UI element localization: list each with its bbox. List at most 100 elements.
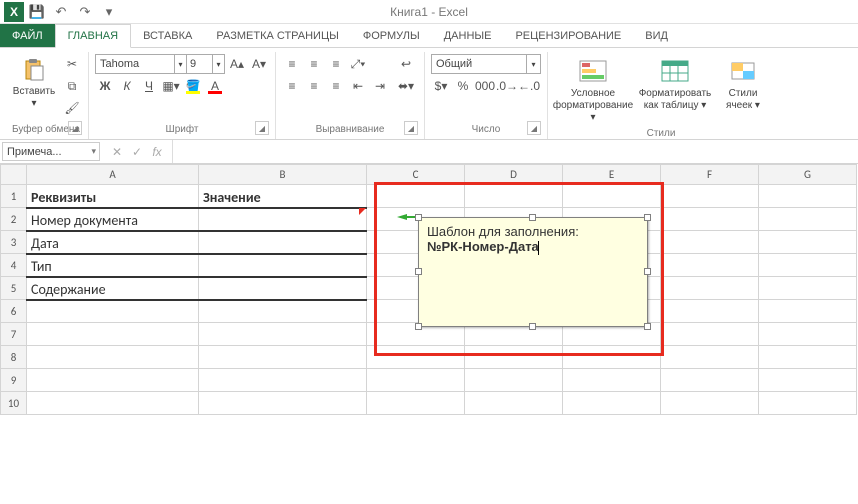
cell[interactable] — [563, 392, 661, 415]
wrap-text-icon[interactable]: ↩ — [394, 54, 418, 74]
qat-customize-icon[interactable]: ▾ — [98, 2, 120, 22]
cell[interactable] — [199, 208, 367, 231]
cell[interactable] — [759, 369, 857, 392]
cell[interactable] — [661, 254, 759, 277]
underline-button[interactable]: Ч — [139, 76, 159, 96]
resize-handle[interactable] — [415, 268, 422, 275]
format-as-table-button[interactable]: Форматировать как таблицу ▾ — [636, 54, 714, 114]
resize-handle[interactable] — [644, 268, 651, 275]
cell[interactable]: Номер документа — [27, 208, 199, 231]
font-size-value[interactable]: 9 — [186, 55, 212, 73]
cell[interactable] — [759, 277, 857, 300]
cell[interactable] — [367, 392, 465, 415]
cell[interactable] — [27, 300, 199, 323]
formula-input[interactable] — [173, 140, 858, 163]
cell[interactable] — [199, 277, 367, 300]
increase-indent-icon[interactable]: ⇥ — [370, 76, 390, 96]
border-icon[interactable]: ▦▾ — [161, 76, 181, 96]
row-header[interactable]: 5 — [1, 277, 27, 300]
enter-icon[interactable]: ✓ — [128, 143, 146, 161]
row-header[interactable]: 8 — [1, 346, 27, 369]
increase-decimal-icon[interactable]: .0→ — [497, 76, 517, 96]
col-header[interactable]: B — [199, 165, 367, 185]
undo-icon[interactable]: ↶ — [50, 2, 72, 22]
cell[interactable] — [563, 369, 661, 392]
fx-icon[interactable]: fx — [148, 143, 166, 161]
cancel-icon[interactable]: ✕ — [108, 143, 126, 161]
col-header[interactable]: A — [27, 165, 199, 185]
cell[interactable] — [759, 323, 857, 346]
cell[interactable]: Значение — [199, 185, 367, 208]
select-all-corner[interactable] — [1, 165, 27, 185]
save-icon[interactable]: 💾 — [26, 2, 48, 22]
redo-icon[interactable]: ↷ — [74, 2, 96, 22]
decrease-indent-icon[interactable]: ⇤ — [348, 76, 368, 96]
conditional-formatting-button[interactable]: Условное форматирование ▾ — [554, 54, 632, 126]
tab-formulas[interactable]: ФОРМУЛЫ — [351, 24, 432, 47]
cell[interactable] — [199, 369, 367, 392]
font-expand-icon[interactable]: ◢ — [255, 121, 269, 135]
tab-insert[interactable]: ВСТАВКА — [131, 24, 204, 47]
row-header[interactable]: 4 — [1, 254, 27, 277]
percent-icon[interactable]: % — [453, 76, 473, 96]
currency-icon[interactable]: $▾ — [431, 76, 451, 96]
align-bottom-icon[interactable]: ≡ — [326, 54, 346, 74]
decrease-font-icon[interactable]: A▾ — [249, 54, 269, 74]
orientation-icon[interactable]: ⤢▾ — [348, 54, 368, 74]
cell[interactable] — [661, 231, 759, 254]
increase-font-icon[interactable]: A▴ — [227, 54, 247, 74]
row-header[interactable]: 6 — [1, 300, 27, 323]
align-top-icon[interactable]: ≡ — [282, 54, 302, 74]
cut-icon[interactable]: ✂ — [62, 54, 82, 74]
row-header[interactable]: 9 — [1, 369, 27, 392]
cell[interactable]: Дата — [27, 231, 199, 254]
cell[interactable] — [465, 392, 563, 415]
cell[interactable] — [759, 300, 857, 323]
copy-icon[interactable]: ⧉ — [62, 76, 82, 96]
align-left-icon[interactable]: ≡ — [282, 76, 302, 96]
cell[interactable] — [27, 392, 199, 415]
cell[interactable] — [199, 392, 367, 415]
cell[interactable] — [661, 392, 759, 415]
paste-button[interactable]: Вставить▾ — [10, 54, 58, 112]
cell[interactable] — [199, 254, 367, 277]
cell[interactable] — [367, 369, 465, 392]
resize-handle[interactable] — [529, 323, 536, 330]
merge-icon[interactable]: ⬌▾ — [394, 76, 418, 96]
font-name-combo[interactable]: Tahoma ▾ 9 ▾ — [95, 54, 225, 74]
cell[interactable] — [759, 254, 857, 277]
cell[interactable] — [661, 185, 759, 208]
align-right-icon[interactable]: ≡ — [326, 76, 346, 96]
comma-icon[interactable]: 000 — [475, 76, 495, 96]
font-color-icon[interactable]: A — [205, 76, 225, 96]
col-header[interactable]: F — [661, 165, 759, 185]
cell[interactable] — [27, 369, 199, 392]
cell-styles-button[interactable]: Стили ячеек ▾ — [718, 54, 768, 114]
format-painter-icon[interactable]: 🖌 — [62, 98, 82, 118]
cell[interactable]: Реквизиты — [27, 185, 199, 208]
row-header[interactable]: 1 — [1, 185, 27, 208]
cell[interactable] — [199, 323, 367, 346]
resize-handle[interactable] — [644, 323, 651, 330]
resize-handle[interactable] — [529, 214, 536, 221]
cell[interactable] — [759, 392, 857, 415]
row-header[interactable]: 2 — [1, 208, 27, 231]
cell[interactable] — [199, 300, 367, 323]
resize-handle[interactable] — [644, 214, 651, 221]
row-header[interactable]: 7 — [1, 323, 27, 346]
cell[interactable] — [27, 346, 199, 369]
cell[interactable]: Тип — [27, 254, 199, 277]
cell[interactable] — [465, 369, 563, 392]
tab-layout[interactable]: РАЗМЕТКА СТРАНИЦЫ — [204, 24, 350, 47]
cell[interactable] — [759, 346, 857, 369]
fill-color-icon[interactable]: 🪣 — [183, 76, 203, 96]
col-header[interactable]: G — [759, 165, 857, 185]
name-box[interactable]: Примеча... — [2, 142, 100, 161]
decrease-decimal-icon[interactable]: ←.0 — [519, 76, 539, 96]
tab-file[interactable]: ФАЙЛ — [0, 24, 55, 47]
row-header[interactable]: 3 — [1, 231, 27, 254]
number-expand-icon[interactable]: ◢ — [527, 121, 541, 135]
tab-data[interactable]: ДАННЫЕ — [432, 24, 504, 47]
italic-button[interactable]: К — [117, 76, 137, 96]
comment-box[interactable]: Шаблон для заполнения: №РК-Номер-Дата — [418, 217, 648, 327]
